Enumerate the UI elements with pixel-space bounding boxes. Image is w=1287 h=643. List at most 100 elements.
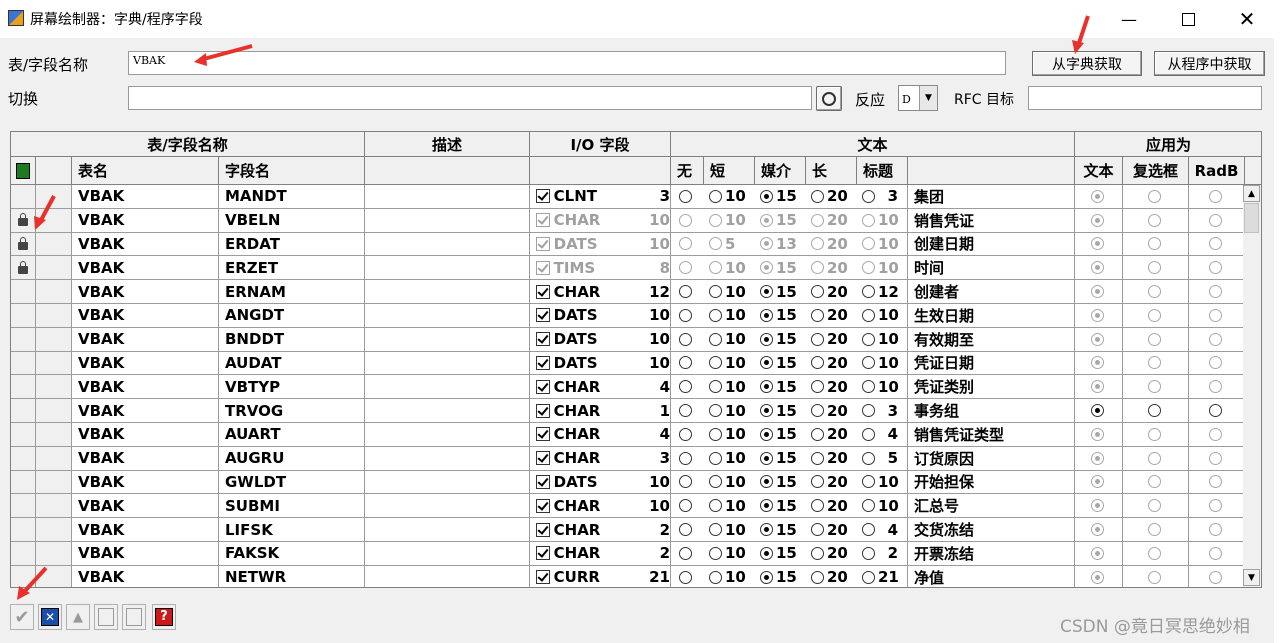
cell-as-checkbox[interactable] (1123, 256, 1189, 281)
radio-button[interactable] (1208, 356, 1222, 370)
radio-button[interactable] (862, 356, 875, 370)
radio-button[interactable] (811, 427, 824, 441)
cell-text-length[interactable]: 10 15 20 10 (671, 304, 908, 328)
radio-button[interactable] (1090, 570, 1104, 584)
radio-button[interactable] (1147, 451, 1161, 465)
cell-as-text[interactable] (1075, 208, 1123, 233)
radio-button[interactable] (679, 213, 692, 227)
cell-as-radio[interactable] (1189, 232, 1245, 257)
radio-button[interactable] (811, 570, 824, 584)
switch-input[interactable] (128, 86, 812, 110)
cell-description[interactable] (365, 375, 530, 400)
table-row[interactable]: VBAK AUART CHAR 4 10 15 20 4 销售凭证类型 (11, 423, 1245, 447)
cell-as-text[interactable] (1075, 185, 1123, 209)
radio-button[interactable] (679, 380, 692, 394)
radio-button[interactable] (1208, 570, 1222, 584)
radio-button[interactable] (760, 404, 773, 418)
radio-button[interactable] (862, 189, 875, 203)
cell-as-checkbox[interactable] (1123, 304, 1189, 328)
scroll-down-icon[interactable]: ▼ (1243, 569, 1260, 586)
row-marker[interactable] (36, 494, 72, 519)
row-selector[interactable] (11, 494, 36, 519)
radio-button[interactable] (862, 570, 875, 584)
radio-button[interactable] (1208, 237, 1222, 251)
radio-button[interactable] (862, 237, 875, 251)
radio-button[interactable] (1147, 475, 1161, 489)
radio-button[interactable] (709, 285, 722, 299)
table-row[interactable]: VBAK NETWR CURR 21 10 15 20 21 净值 (11, 565, 1245, 587)
cell-text-length[interactable]: 10 15 20 10 (671, 256, 908, 281)
radio-button[interactable] (1208, 546, 1222, 560)
radio-button[interactable] (709, 427, 722, 441)
cell-as-text[interactable] (1075, 304, 1123, 328)
radio-button[interactable] (760, 451, 773, 465)
radio-button[interactable] (1090, 189, 1104, 203)
cell-io[interactable]: CHAR 4 (530, 375, 671, 400)
row-selector[interactable] (11, 518, 36, 542)
cell-as-radio[interactable] (1189, 542, 1245, 566)
radio-button[interactable] (811, 475, 824, 489)
io-checkbox[interactable] (536, 379, 550, 394)
cell-as-radio[interactable] (1189, 565, 1245, 587)
radio-button[interactable] (1090, 475, 1104, 489)
cell-as-checkbox[interactable] (1123, 351, 1189, 376)
radio-button[interactable] (811, 404, 824, 418)
radio-button[interactable] (709, 308, 722, 322)
save-icon[interactable] (94, 604, 118, 630)
cell-description[interactable] (365, 470, 530, 495)
scroll-up-icon[interactable]: ▲ (1243, 185, 1260, 202)
radio-button[interactable] (1208, 404, 1222, 418)
row-marker[interactable] (36, 280, 72, 304)
radio-button[interactable] (760, 189, 773, 203)
radio-button[interactable] (862, 427, 875, 441)
radio-button[interactable] (760, 475, 773, 489)
cell-description[interactable] (365, 423, 530, 447)
radio-button[interactable] (1208, 189, 1222, 203)
radio-button[interactable] (709, 475, 722, 489)
row-selector[interactable] (11, 470, 36, 495)
radio-button[interactable] (1090, 546, 1104, 560)
cell-io[interactable]: DATS 10 (530, 304, 671, 328)
io-checkbox[interactable] (536, 260, 550, 275)
radio-button[interactable] (811, 308, 824, 322)
cell-as-radio[interactable] (1189, 208, 1245, 233)
table-row[interactable]: VBAK AUDAT DATS 10 10 15 20 10 凭证日期 (11, 351, 1245, 376)
radio-button[interactable] (1090, 356, 1104, 370)
check-icon[interactable]: ✔ (10, 604, 34, 630)
cell-as-radio[interactable] (1189, 304, 1245, 328)
radio-button[interactable] (1090, 332, 1104, 346)
radio-button[interactable] (1208, 427, 1222, 441)
cell-as-checkbox[interactable] (1123, 423, 1189, 447)
cell-as-checkbox[interactable] (1123, 208, 1189, 233)
radio-button[interactable] (679, 261, 692, 275)
radio-button[interactable] (709, 404, 722, 418)
cell-as-text[interactable] (1075, 470, 1123, 495)
radio-button[interactable] (862, 451, 875, 465)
radio-button[interactable] (1147, 332, 1161, 346)
select-all-icon[interactable] (11, 157, 36, 185)
cell-as-checkbox[interactable] (1123, 565, 1189, 587)
cell-as-text[interactable] (1075, 280, 1123, 304)
radio-button[interactable] (1147, 570, 1161, 584)
radio-button[interactable] (862, 213, 875, 227)
radio-button[interactable] (679, 570, 692, 584)
radio-button[interactable] (862, 308, 875, 322)
cell-description[interactable] (365, 280, 530, 304)
io-checkbox[interactable] (536, 189, 550, 204)
cell-io[interactable]: DATS 10 (530, 351, 671, 376)
cell-as-text[interactable] (1075, 351, 1123, 376)
io-checkbox[interactable] (536, 284, 550, 299)
io-checkbox[interactable] (536, 427, 550, 442)
cell-as-checkbox[interactable] (1123, 232, 1189, 257)
table-row[interactable]: VBAK TRVOG CHAR 1 10 15 20 3 事务组 (11, 399, 1245, 423)
cell-as-text[interactable] (1075, 446, 1123, 471)
radio-button[interactable] (1090, 380, 1104, 394)
cell-text-length[interactable]: 10 15 20 5 (671, 446, 908, 471)
cell-as-text[interactable] (1075, 399, 1123, 423)
cell-io[interactable]: CURR 21 (530, 565, 671, 587)
radio-button[interactable] (709, 189, 722, 203)
cell-as-radio[interactable] (1189, 518, 1245, 542)
table-row[interactable]: VBAK ERNAM CHAR 12 10 15 20 12 创建者 (11, 280, 1245, 304)
radio-button[interactable] (811, 189, 824, 203)
cell-description[interactable] (365, 399, 530, 423)
